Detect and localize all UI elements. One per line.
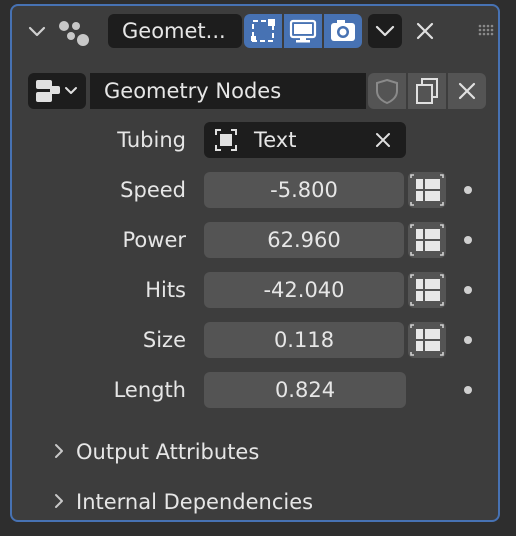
close-icon[interactable] (374, 131, 392, 149)
render-toggle[interactable] (324, 14, 362, 48)
power-label: Power (122, 228, 187, 252)
shield-icon (376, 78, 398, 105)
length-field[interactable]: 0.824 (204, 372, 406, 408)
edit-mode-toggle[interactable] (244, 14, 282, 48)
hits-field[interactable]: -42.040 (204, 272, 404, 308)
speed-keyframe-dot[interactable] (464, 186, 472, 194)
hits-keyframe-dot[interactable] (464, 286, 472, 294)
close-icon (416, 22, 434, 40)
chevron-right-icon (52, 435, 76, 471)
power-keyframe-dot[interactable] (464, 236, 472, 244)
collapse-toggle[interactable] (26, 20, 48, 42)
spreadsheet-icon (410, 324, 444, 356)
length-label: Length (113, 378, 186, 402)
viewport-display-icon (289, 19, 317, 43)
unlink-node-group-button[interactable] (448, 73, 486, 109)
length-keyframe-dot[interactable] (464, 386, 472, 394)
drag-handle-icon[interactable] (478, 22, 494, 36)
duplicate-node-group-button[interactable] (408, 73, 446, 109)
modifier-name-field[interactable]: Geomet... (108, 14, 242, 48)
render-camera-icon (331, 20, 355, 41)
edit-mode-icon (251, 19, 275, 42)
close-icon (458, 82, 476, 100)
modifier-panel: Geomet... Geometry Nodes Tubing Text Spe… (10, 4, 500, 522)
fake-user-button[interactable] (368, 73, 406, 109)
chevron-down-icon (375, 25, 395, 37)
power-field[interactable]: 62.960 (204, 222, 404, 258)
spreadsheet-icon (410, 274, 444, 306)
tubing-object-field[interactable]: Text (204, 122, 406, 158)
section-label: Internal Dependencies (76, 490, 314, 514)
power-attribute-toggle[interactable] (408, 222, 446, 258)
node-tree-icon (36, 80, 77, 102)
speed-attribute-toggle[interactable] (408, 172, 446, 208)
viewport-display-toggle[interactable] (284, 14, 322, 48)
spreadsheet-icon (410, 174, 444, 206)
tubing-value: Text (254, 128, 297, 152)
internal-dependencies-section[interactable]: Internal Dependencies (52, 484, 313, 520)
tubing-label: Tubing (117, 128, 186, 152)
section-label: Output Attributes (76, 440, 260, 464)
remove-modifier-button[interactable] (410, 14, 440, 48)
hits-attribute-toggle[interactable] (408, 272, 446, 308)
chevron-down-icon (28, 26, 46, 37)
hits-label: Hits (145, 278, 186, 302)
size-attribute-toggle[interactable] (408, 322, 446, 358)
spreadsheet-icon (410, 224, 444, 256)
geometry-nodes-icon (56, 16, 96, 50)
modifier-menu-dropdown[interactable] (368, 14, 402, 48)
output-attributes-section[interactable]: Output Attributes (52, 434, 259, 470)
chevron-right-icon (52, 485, 76, 521)
node-group-browse-button[interactable] (28, 73, 86, 109)
node-group-name-field[interactable]: Geometry Nodes (90, 73, 366, 109)
size-field[interactable]: 0.118 (204, 322, 404, 358)
object-icon (215, 129, 237, 151)
speed-field[interactable]: -5.800 (204, 172, 404, 208)
size-keyframe-dot[interactable] (464, 336, 472, 344)
duplicate-icon (416, 78, 438, 104)
size-label: Size (142, 328, 186, 352)
speed-label: Speed (120, 178, 186, 202)
